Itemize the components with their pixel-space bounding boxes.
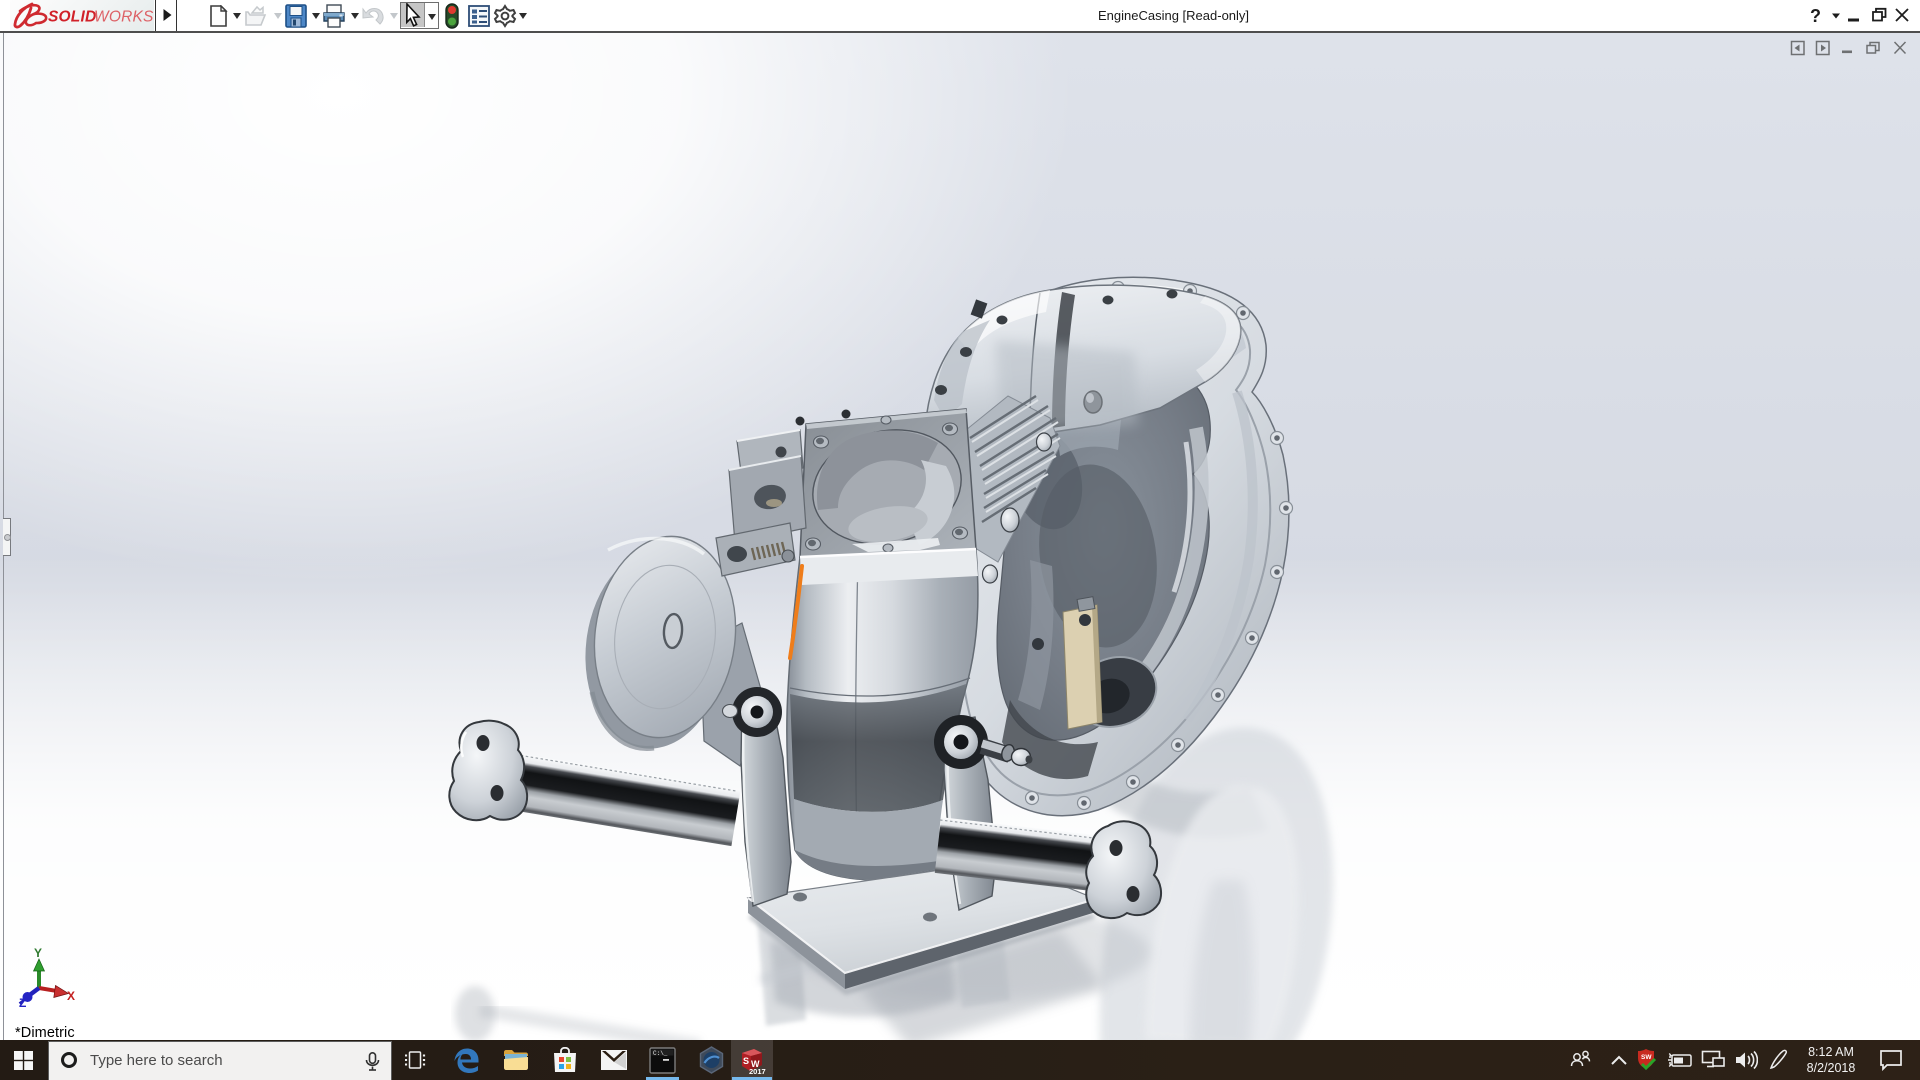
svg-text:S: S [743, 1056, 749, 1066]
svg-text:WORKS: WORKS [94, 9, 154, 26]
svg-text:X: X [67, 989, 75, 1003]
svg-text:2017: 2017 [749, 1067, 766, 1075]
svg-text:Z: Z [19, 996, 26, 1007]
svg-text:SW: SW [1641, 1054, 1652, 1061]
svg-text:SOLID: SOLID [48, 9, 96, 26]
svg-text:?: ? [1810, 6, 1821, 26]
svg-text:Y: Y [34, 946, 42, 960]
svg-text:C:\_: C:\_ [653, 1050, 668, 1057]
